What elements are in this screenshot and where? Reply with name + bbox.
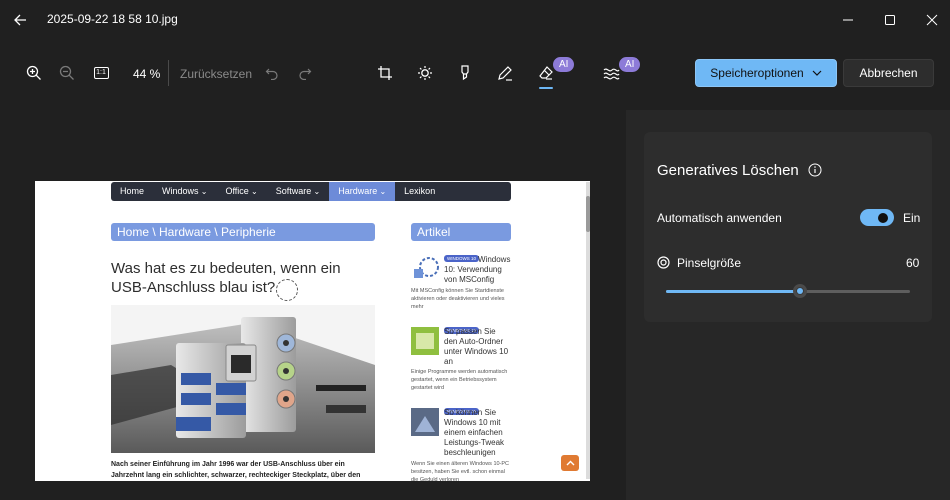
- article-title[interactable]: So können Sie Windows 10 mit einem einfa…: [411, 408, 511, 458]
- brightness-icon: [418, 66, 432, 80]
- close-icon: [926, 14, 938, 26]
- actual-size-icon: 1:1: [93, 67, 109, 79]
- close-button[interactable]: [920, 8, 944, 32]
- site-nav-item-label: Hardware: [338, 186, 378, 196]
- zoom-out-button[interactable]: [55, 61, 79, 85]
- site-nav-item[interactable]: Windows ⌄: [153, 182, 216, 201]
- undo-button[interactable]: [260, 61, 284, 85]
- maximize-button[interactable]: [878, 8, 902, 32]
- actual-size-button[interactable]: 1:1: [89, 61, 113, 85]
- ai-badge: AI: [553, 57, 575, 72]
- chevron-down-icon: ⌄: [311, 187, 321, 196]
- zoom-out-icon: [59, 65, 74, 80]
- site-nav-item[interactable]: Lexikon: [395, 182, 444, 201]
- toolbar-divider: [168, 60, 169, 86]
- article-title[interactable]: So passen Sie den Auto-Ordner unter Wind…: [411, 327, 511, 367]
- site-nav-bar: Home Windows ⌄ Office ⌄ Software ⌄ Hardware …: [111, 182, 511, 201]
- arrow-left-icon: [14, 14, 26, 26]
- title-bar: 2025-09-22 18 58 10.jpg: [0, 0, 950, 40]
- edit-toolbar: 1:1 44 % Zurücksetzen AI AI Speicheropti…: [0, 55, 950, 91]
- chevron-down-icon: [812, 70, 822, 76]
- usb-ports-image: [111, 305, 375, 453]
- image-canvas[interactable]: Home Windows ⌄ Office ⌄ Software ⌄ Hardware …: [35, 181, 590, 481]
- site-nav-item[interactable]: Hardware ⌄: [329, 182, 396, 201]
- panel-title: Generatives Löschen: [657, 162, 799, 179]
- chevron-up-icon: [566, 460, 574, 466]
- reset-button[interactable]: Zurücksetzen: [180, 67, 252, 81]
- article-description: Einige Programme werden automatisch gest…: [411, 369, 508, 391]
- site-nav-item[interactable]: Software ⌄: [267, 182, 329, 201]
- site-nav-item-label: Software: [275, 186, 312, 196]
- site-nav-item[interactable]: Home: [111, 182, 153, 201]
- window-title: 2025-09-22 18 58 10.jpg: [47, 12, 178, 26]
- article-description: Mit MSConfig können Sie Startdienste akt…: [411, 288, 505, 310]
- redo-icon: [299, 68, 312, 80]
- photos-app-window: 2025-09-22 18 58 10.jpg 1:1 44 % Zurücks…: [0, 0, 950, 500]
- site-nav-item-label: Office: [225, 186, 249, 196]
- zoom-in-icon: [26, 65, 41, 80]
- info-icon[interactable]: [808, 163, 822, 177]
- zoom-in-button[interactable]: [22, 61, 46, 85]
- breadcrumb: Home \ Hardware \ Peripherie: [111, 223, 375, 241]
- site-nav-item-label: Windows: [162, 186, 199, 196]
- chevron-down-icon: ⌄: [248, 187, 258, 196]
- minimize-icon: [843, 19, 853, 21]
- brush-size-label: Pinselgröße: [677, 256, 742, 270]
- brush-size-value: 60: [906, 256, 920, 270]
- adjust-tool-button[interactable]: [413, 61, 437, 85]
- canvas-scroll-thumb[interactable]: [586, 196, 590, 232]
- article-headline: Was hat es zu bedeuten, wenn ein USB-Ans…: [111, 260, 341, 296]
- brush-size-slider-thumb[interactable]: [793, 284, 807, 298]
- maximize-icon: [885, 15, 895, 25]
- crop-tool-button[interactable]: [373, 61, 397, 85]
- brush-size-slider-fill: [666, 290, 800, 293]
- active-tool-indicator: [539, 87, 553, 89]
- generative-erase-card: [644, 132, 932, 322]
- article-description: Wenn Sie einen älteren Windows 10-PC bes…: [411, 461, 510, 481]
- chevron-down-icon: ⌄: [198, 187, 208, 196]
- sidebar-header: Artikel: [411, 223, 511, 241]
- save-options-button[interactable]: Speicheroptionen: [695, 59, 837, 87]
- site-nav-item-label: Home: [120, 186, 145, 196]
- auto-apply-state: Ein: [903, 211, 921, 225]
- site-nav-item-label: Lexikon: [404, 186, 436, 196]
- draw-tool-button[interactable]: [493, 61, 517, 85]
- undo-icon: [265, 68, 278, 80]
- scroll-to-top-button[interactable]: [561, 455, 579, 471]
- highlighter-icon: [461, 65, 469, 81]
- ai-badge: AI: [619, 57, 641, 72]
- zoom-level: 44 %: [133, 67, 161, 81]
- background-blur-icon: [603, 68, 620, 80]
- site-nav-item[interactable]: Office ⌄: [216, 182, 266, 201]
- article-body: Nach seiner Einführung im Jahr 1996 war …: [111, 461, 361, 479]
- brush-cursor: [276, 279, 298, 301]
- eraser-icon: [539, 66, 553, 80]
- minimize-button[interactable]: [836, 8, 860, 32]
- toggle-knob: [878, 213, 888, 223]
- article-thumbnail-icon: [411, 255, 439, 283]
- markup-tool-button[interactable]: [453, 61, 477, 85]
- save-options-label: Speicheroptionen: [710, 66, 804, 80]
- brush-size-icon: [657, 256, 670, 269]
- chevron-down-icon: ⌄: [377, 187, 387, 196]
- cancel-button[interactable]: Abbrechen: [843, 59, 934, 87]
- auto-apply-toggle[interactable]: [860, 209, 894, 226]
- pen-icon: [498, 66, 512, 81]
- auto-apply-label: Automatisch anwenden: [657, 211, 782, 225]
- crop-icon: [378, 66, 392, 80]
- article-photo: [111, 305, 375, 453]
- back-button[interactable]: [8, 8, 32, 32]
- redo-button[interactable]: [293, 61, 317, 85]
- article-title[interactable]: Windows 10: Verwendung von MSConfig: [444, 255, 514, 285]
